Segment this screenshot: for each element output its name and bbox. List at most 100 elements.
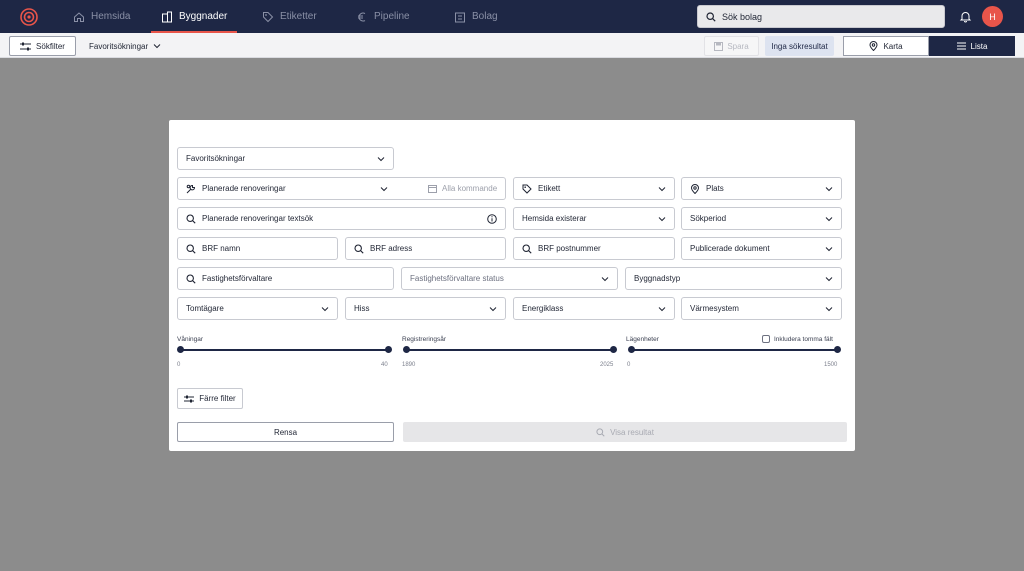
logo-icon[interactable]	[20, 8, 38, 26]
nav-item-label: Pipeline	[374, 11, 410, 22]
nav-item-label: Bolag	[472, 11, 498, 22]
alla-kommande-period[interactable]: Alla kommande	[428, 184, 497, 193]
tomtagare-select[interactable]: Tomtägare	[177, 297, 338, 320]
favorites-dropdown[interactable]: Favoritsökningar	[89, 36, 161, 56]
lagenheter-slider-max-handle[interactable]	[834, 346, 841, 353]
etikett-select[interactable]: Etikett	[513, 177, 675, 200]
nav-item-etiketter[interactable]: Etiketter	[262, 0, 317, 33]
energiklass-select[interactable]: Energiklass	[513, 297, 675, 320]
planerade-renoveringar-select[interactable]: Planerade renoveringar Alla kommande	[177, 177, 506, 200]
building-icon	[162, 11, 172, 22]
publicerade-dokument-select[interactable]: Publicerade dokument	[681, 237, 842, 260]
nav-item-label: Hemsida	[91, 11, 131, 22]
lista-button[interactable]: Lista	[929, 36, 1015, 56]
sliders-icon	[184, 395, 195, 402]
rensa-label: Rensa	[273, 427, 298, 437]
brf-adress-input[interactable]: BRF adress	[345, 237, 506, 260]
hemsida-existerar-select[interactable]: Hemsida existerar	[513, 207, 675, 230]
nav-item-pipeline[interactable]: Pipeline	[356, 0, 410, 33]
vaningar-slider-max-handle[interactable]	[385, 346, 392, 353]
bell-icon[interactable]	[959, 10, 972, 23]
avatar[interactable]: H	[982, 6, 1003, 27]
vaningar-slider-min-handle[interactable]	[177, 346, 184, 353]
sokfilter-label: Sökfilter	[36, 41, 65, 51]
visa-resultat-button[interactable]: Visa resultat	[403, 422, 847, 442]
checkbox-box[interactable]	[762, 335, 770, 343]
avatar-initial: H	[989, 11, 996, 22]
registreringsar-slider-track[interactable]	[406, 349, 613, 351]
location-pin-icon	[690, 183, 700, 194]
varmesystem-select[interactable]: Värmesystem	[681, 297, 842, 320]
sub-toolbar: Sökfilter Favoritsökningar Spara Inga sö…	[0, 33, 1024, 58]
byggnadstyp-select[interactable]: Byggnadstyp	[625, 267, 842, 290]
vaningar-max-value: 40	[381, 362, 388, 368]
nav-item-hemsida[interactable]: Hemsida	[73, 0, 130, 33]
chevron-down-icon	[825, 277, 833, 282]
vaningar-slider-track[interactable]	[180, 349, 388, 351]
chevron-down-icon	[825, 307, 833, 312]
hiss-select[interactable]: Hiss	[345, 297, 506, 320]
brf-namn-placeholder: BRF namn	[202, 244, 241, 253]
fastighetsforvaltare-status-label: Fastighetsförvaltare status	[410, 274, 504, 283]
search-icon	[522, 243, 532, 254]
include-empty-label: Inkludera tomma fält	[774, 335, 833, 343]
nav-item-label: Etiketter	[280, 11, 317, 22]
fastighetsforvaltare-placeholder: Fastighetsförvaltare	[202, 274, 273, 283]
plats-select[interactable]: Plats	[681, 177, 842, 200]
chevron-down-icon	[380, 187, 388, 192]
search-icon	[596, 427, 605, 437]
registreringsar-slider-max-handle[interactable]	[610, 346, 617, 353]
lagenheter-slider-min-handle[interactable]	[628, 346, 635, 353]
lagenheter-min-value: 0	[627, 362, 631, 368]
chevron-down-icon	[489, 307, 497, 312]
lagenheter-slider-label: Lägenheter	[626, 336, 659, 343]
sokfilter-button[interactable]: Sökfilter	[9, 36, 76, 56]
plats-label: Plats	[706, 184, 724, 193]
brf-namn-input[interactable]: BRF namn	[177, 237, 338, 260]
chevron-down-icon	[658, 217, 666, 222]
fastighetsforvaltare-status-select[interactable]: Fastighetsförvaltare status	[401, 267, 618, 290]
chevron-down-icon	[658, 307, 666, 312]
favorites-select-value: Favoritsökningar	[186, 154, 246, 163]
tools-icon	[186, 184, 195, 193]
brf-postnummer-input[interactable]: BRF postnummer	[513, 237, 675, 260]
tag-icon	[263, 11, 274, 22]
renovering-textsok-placeholder: Planerade renoveringar textsök	[202, 214, 314, 223]
euro-icon	[358, 12, 366, 21]
varmesystem-label: Värmesystem	[690, 304, 739, 313]
rensa-button[interactable]: Rensa	[177, 422, 394, 442]
nav-item-bolag[interactable]: Bolag	[454, 0, 498, 33]
no-results-badge: Inga sökresultat	[765, 36, 834, 56]
registreringsar-slider-label: Registreringsår	[402, 336, 447, 343]
home-icon	[74, 11, 84, 22]
sliders-icon	[20, 42, 32, 50]
company-search[interactable]	[697, 5, 945, 28]
nav-item-byggnader[interactable]: Byggnader	[150, 0, 238, 33]
spara-button[interactable]: Spara	[704, 36, 759, 56]
farre-filter-button[interactable]: Färre filter	[177, 388, 243, 409]
registreringsar-slider-min-handle[interactable]	[403, 346, 410, 353]
chevron-down-icon	[153, 44, 161, 49]
save-icon	[714, 41, 724, 51]
favorites-select[interactable]: Favoritsökningar	[177, 147, 394, 170]
include-empty-checkbox[interactable]: Inkludera tomma fält	[762, 335, 833, 343]
planerade-renoveringar-label: Planerade renoveringar	[202, 184, 286, 193]
no-results-label: Inga sökresultat	[771, 41, 828, 51]
sokperiod-select[interactable]: Sökperiod	[681, 207, 842, 230]
karta-button[interactable]: Karta	[843, 36, 929, 56]
chevron-down-icon	[601, 277, 609, 282]
company-search-input[interactable]	[722, 11, 922, 22]
lagenheter-slider-track[interactable]	[631, 349, 837, 351]
tomtagare-label: Tomtägare	[186, 304, 224, 313]
hemsida-existerar-label: Hemsida existerar	[522, 214, 587, 223]
info-icon[interactable]	[487, 214, 497, 224]
chevron-down-icon	[825, 217, 833, 222]
filter-modal: Favoritsökningar Planerade renoveringar …	[169, 120, 855, 451]
fastighetsforvaltare-input[interactable]: Fastighetsförvaltare	[177, 267, 394, 290]
renovering-textsok-input[interactable]: Planerade renoveringar textsök	[177, 207, 506, 230]
calendar-icon	[428, 185, 437, 193]
energiklass-label: Energiklass	[522, 304, 564, 313]
vaningar-min-value: 0	[177, 362, 181, 368]
search-icon	[354, 243, 364, 254]
tag-icon	[522, 184, 532, 194]
